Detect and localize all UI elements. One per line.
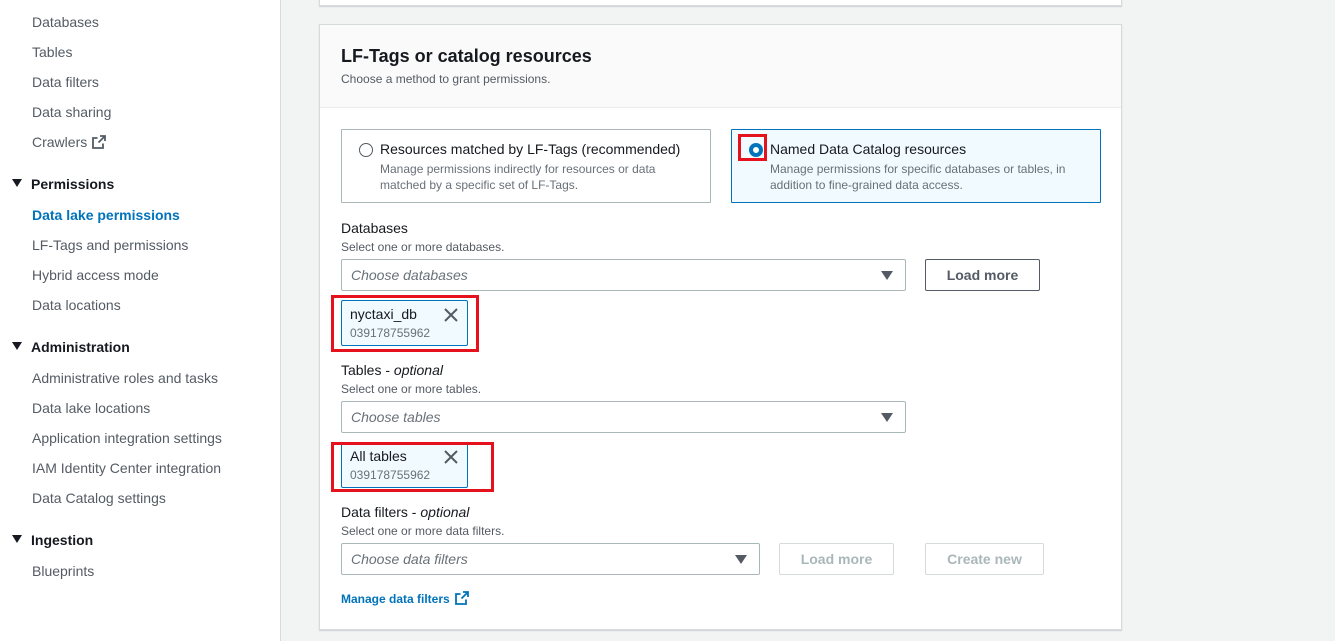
nav-section-ingestion[interactable]: Ingestion [12, 531, 93, 549]
data-filters-load-more-button[interactable]: Load more [779, 543, 894, 575]
option-named-data-catalog-title: Named Data Catalog resources [770, 141, 967, 157]
radio-lf-tags[interactable] [359, 143, 373, 157]
nav-item-application-integration-settings[interactable]: Application integration settings [32, 429, 222, 447]
database-token-name: nyctaxi_db [350, 306, 417, 322]
table-token: All tables 039178755962 [341, 442, 468, 488]
tables-label: Tables - optional [341, 362, 443, 378]
dropdown-caret-icon [881, 271, 893, 280]
table-token-account: 039178755962 [350, 468, 431, 482]
nav-section-permissions[interactable]: Permissions [12, 175, 114, 193]
panel-header: LF-Tags or catalog resources Choose a me… [320, 25, 1121, 108]
panel-description: Choose a method to grant permissions. [341, 72, 551, 86]
databases-description: Select one or more databases. [341, 240, 505, 254]
option-lf-tags-description: Manage permissions indirectly for resour… [380, 162, 656, 192]
nav-item-data-filters[interactable]: Data filters [32, 73, 99, 91]
data-filters-select[interactable]: Choose data filters [341, 543, 760, 575]
nav-item-databases[interactable]: Databases [32, 13, 99, 31]
nav-item-tables[interactable]: Tables [32, 43, 72, 61]
tables-select-placeholder: Choose tables [351, 409, 441, 425]
nav-item-crawlers-label: Crawlers [32, 134, 88, 150]
panel-title: LF-Tags or catalog resources [341, 46, 592, 66]
tables-label-text: Tables [341, 362, 382, 378]
data-filters-label: Data filters - optional [341, 504, 470, 520]
manage-data-filters-label: Manage data filters [341, 592, 450, 606]
option-lf-tags-title: Resources matched by LF-Tags (recommende… [380, 141, 681, 157]
nav-item-blueprints[interactable]: Blueprints [32, 562, 94, 580]
option-tile-lf-tags[interactable]: Resources matched by LF-Tags (recommende… [341, 129, 711, 203]
option-named-data-catalog-description: Manage permissions for specific database… [770, 162, 1066, 192]
tables-select[interactable]: Choose tables [341, 401, 906, 433]
table-token-name: All tables [350, 448, 407, 464]
remove-table-token-icon[interactable] [444, 450, 458, 469]
tables-description: Select one or more tables. [341, 382, 482, 396]
nav-item-data-lake-locations[interactable]: Data lake locations [32, 399, 150, 417]
nav-item-crawlers[interactable]: Crawlers [32, 133, 107, 153]
nav-item-data-locations[interactable]: Data locations [32, 296, 121, 314]
database-token: nyctaxi_db 039178755962 [341, 300, 468, 346]
data-filters-optional: optional [420, 504, 470, 520]
navigation-sidebar: Databases Tables Data filters Data shari… [0, 0, 281, 641]
databases-label: Databases [341, 220, 408, 236]
database-token-account: 039178755962 [350, 326, 431, 340]
manage-data-filters-link[interactable]: Manage data filters [341, 591, 469, 608]
databases-select[interactable]: Choose databases [341, 259, 906, 291]
nav-item-lf-tags-and-permissions[interactable]: LF-Tags and permissions [32, 236, 188, 254]
create-new-data-filter-button[interactable]: Create new [925, 543, 1044, 575]
previous-panel [319, 0, 1122, 6]
caret-down-icon [12, 179, 22, 187]
nav-item-data-catalog-settings[interactable]: Data Catalog settings [32, 489, 166, 507]
databases-load-more-button[interactable]: Load more [925, 259, 1040, 291]
nav-section-permissions-label: Permissions [31, 176, 115, 192]
remove-database-token-icon[interactable] [444, 308, 458, 327]
dropdown-caret-icon [735, 555, 747, 564]
nav-item-data-lake-permissions[interactable]: Data lake permissions [32, 206, 180, 224]
radio-named-data-catalog[interactable] [749, 143, 763, 157]
caret-down-icon [12, 535, 22, 543]
data-filters-select-placeholder: Choose data filters [351, 551, 468, 567]
data-filters-description: Select one or more data filters. [341, 524, 505, 538]
data-filters-label-text: Data filters [341, 504, 408, 520]
dropdown-caret-icon [881, 413, 893, 422]
nav-item-administrative-roles[interactable]: Administrative roles and tasks [32, 369, 218, 387]
nav-item-iam-identity-center-integration[interactable]: IAM Identity Center integration [32, 459, 221, 477]
nav-section-administration[interactable]: Administration [12, 338, 130, 356]
external-link-icon [92, 135, 107, 153]
caret-down-icon [12, 342, 22, 350]
lf-tags-or-catalog-resources-panel: LF-Tags or catalog resources Choose a me… [319, 24, 1122, 630]
nav-section-ingestion-label: Ingestion [31, 532, 94, 548]
option-tile-named-data-catalog[interactable]: Named Data Catalog resources Manage perm… [731, 129, 1101, 203]
nav-item-data-sharing[interactable]: Data sharing [32, 103, 111, 121]
databases-select-placeholder: Choose databases [351, 267, 468, 283]
nav-item-hybrid-access-mode[interactable]: Hybrid access mode [32, 266, 159, 284]
external-link-icon [454, 591, 469, 608]
nav-section-administration-label: Administration [31, 339, 130, 355]
tables-optional: optional [393, 362, 443, 378]
